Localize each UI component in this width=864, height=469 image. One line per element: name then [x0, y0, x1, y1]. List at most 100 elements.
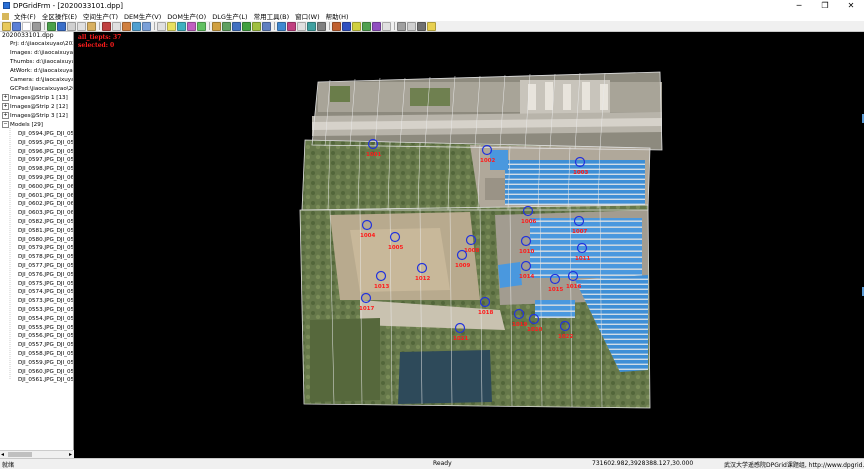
close-button[interactable]: ✕ [838, 0, 864, 11]
tree-model-item[interactable]: DJI_0582.JPG_DJI_05 [18, 218, 73, 226]
maximize-button[interactable]: ❐ [812, 0, 838, 11]
tree-model-item[interactable]: DJI_0555.JPG_DJI_05 [18, 324, 73, 332]
tree-model-item[interactable]: DJI_0554.JPG_DJI_05 [18, 315, 73, 323]
menu-window[interactable]: 窗口(W) [292, 11, 323, 21]
tree-model-item[interactable]: DJI_0600.JPG_DJI_06 [18, 183, 73, 191]
copy-icon[interactable] [77, 21, 86, 31]
minimize-button[interactable]: ─ [786, 0, 812, 11]
arrow-left-icon[interactable] [102, 21, 111, 31]
tree-model-item[interactable]: DJI_0581.JPG_DJI_05 [18, 227, 73, 235]
adjust-icon[interactable] [352, 21, 361, 31]
tree-prop-camera[interactable]: Camera: d:\jiaocaixuyao [10, 76, 73, 84]
tree-prop-gcp[interactable]: GCPsd:\jiaocaixuyao\20 [10, 85, 73, 93]
mosaic-canvas[interactable]: 1001100210031004100510061007100810091010… [74, 32, 864, 458]
scroll-left-icon[interactable]: ◂ [1, 451, 4, 458]
new-icon[interactable] [22, 21, 31, 31]
open-icon[interactable] [2, 21, 11, 31]
tree-model-item[interactable]: DJI_0561.JPG_DJI_05 [18, 376, 73, 384]
map-view[interactable]: 1001 1002 1003 1004 1005 1006 1007 1008 1009 1010… [74, 32, 864, 458]
collapse-icon[interactable]: − [2, 121, 9, 128]
check-icon[interactable] [242, 21, 251, 31]
export-icon[interactable] [382, 21, 391, 31]
tree-model-item[interactable]: DJI_0578.JPG_DJI_05 [18, 253, 73, 261]
tree-model-item[interactable]: DJI_0579.JPG_DJI_05 [18, 244, 73, 252]
tree-prop-atwork[interactable]: AtWork: d:\jiaocaixuyao [10, 67, 73, 75]
image-icon[interactable] [287, 21, 296, 31]
menu-tools[interactable]: 常用工具(B) [251, 11, 293, 21]
tree-prop-prj[interactable]: Prj: d:\jiaocaixuyao\202 [10, 40, 73, 48]
scroll-right-icon[interactable]: ▸ [69, 451, 72, 458]
tree-model-item[interactable]: DJI_0594.JPG_DJI_05 [18, 130, 73, 138]
menu-dom[interactable]: DOM生产(O) [164, 11, 209, 21]
point-icon[interactable] [197, 21, 206, 31]
tree-model-item[interactable]: DJI_0553.JPG_DJI_05 [18, 306, 73, 314]
zoom-icon[interactable] [142, 21, 151, 31]
tree-group-strip1[interactable]: + Images@Strip 1 [13] [2, 94, 68, 102]
contour-icon[interactable] [252, 21, 261, 31]
tree-model-item[interactable]: DJI_0558.JPG_DJI_05 [18, 350, 73, 358]
tree-model-item[interactable]: DJI_0576.JPG_DJI_05 [18, 271, 73, 279]
grid-icon[interactable] [47, 21, 56, 31]
cut-icon[interactable] [67, 21, 76, 31]
camera-icon[interactable] [317, 21, 326, 31]
tree-model-item[interactable]: DJI_0556.JPG_DJI_05 [18, 332, 73, 340]
menu-dlg[interactable]: DLG生产(L) [209, 11, 250, 21]
save-icon[interactable] [12, 21, 21, 31]
menu-dem[interactable]: DEM生产(V) [121, 11, 164, 21]
pan-icon[interactable] [132, 21, 141, 31]
tiepoint-icon[interactable] [342, 21, 351, 31]
report-icon[interactable] [372, 21, 381, 31]
edit-icon[interactable] [167, 21, 176, 31]
mosaic-icon[interactable] [212, 21, 221, 31]
tree-model-item[interactable]: DJI_0597.JPG_DJI_05 [18, 156, 73, 164]
match-icon[interactable] [362, 21, 371, 31]
list-icon[interactable] [407, 21, 416, 31]
tree-model-item[interactable]: DJI_0599.JPG_DJI_06 [18, 174, 73, 182]
tree-model-item[interactable]: DJI_0575.JPG_DJI_05 [18, 280, 73, 288]
tree-root[interactable]: 2020033101.dpp [2, 32, 54, 39]
tree-model-item[interactable]: DJI_0601.JPG_DJI_06 [18, 192, 73, 200]
tree-model-item[interactable]: DJI_0596.JPG_DJI_05 [18, 148, 73, 156]
tree-prop-thumbs[interactable]: Thumbs: d:\jiaocaixuyao\ [10, 58, 73, 66]
tree-model-item[interactable]: DJI_0559.JPG_DJI_05 [18, 359, 73, 367]
measure-icon[interactable] [187, 21, 196, 31]
paste-icon[interactable] [87, 21, 96, 31]
arrow-right-icon[interactable] [112, 21, 121, 31]
tree-model-item[interactable]: DJI_0557.JPG_DJI_05 [18, 341, 73, 349]
tree-model-item[interactable]: DJI_0574.JPG_DJI_05 [18, 288, 73, 296]
select-icon[interactable] [157, 21, 166, 31]
help-icon[interactable] [427, 21, 436, 31]
tree-model-item[interactable]: DJI_0598.JPG_DJI_05 [18, 165, 73, 173]
scroll-thumb[interactable] [8, 452, 32, 457]
tree-model-item[interactable]: DJI_0595.JPG_DJI_05 [18, 139, 73, 147]
expand-icon[interactable]: + [2, 112, 9, 119]
tree-model-item[interactable]: DJI_0560.JPG_DJI_05 [18, 368, 73, 376]
print-icon[interactable] [32, 21, 41, 31]
menu-help[interactable]: 帮助(H) [323, 11, 352, 21]
tree-model-item[interactable]: DJI_0573.JPG_DJI_05 [18, 297, 73, 305]
tree-model-item[interactable]: DJI_0603.JPG_DJI_06 [18, 209, 73, 217]
gcp-icon[interactable] [332, 21, 341, 31]
tree-prop-images[interactable]: Images: d:\jiaocaixuyao\ [10, 49, 73, 57]
expand-icon[interactable]: + [2, 103, 9, 110]
window-icon[interactable] [397, 21, 406, 31]
tile-icon[interactable] [57, 21, 66, 31]
dem-icon[interactable] [222, 21, 231, 31]
block-icon[interactable] [307, 21, 316, 31]
frame-icon[interactable] [177, 21, 186, 31]
tree-group-strip2[interactable]: + Images@Strip 2 [12] [2, 103, 68, 111]
settings-icon[interactable] [417, 21, 426, 31]
tree-model-item[interactable]: DJI_0577.JPG_DJI_05 [18, 262, 73, 270]
menu-spatial[interactable]: 空间生产(T) [80, 11, 121, 21]
expand-icon[interactable]: + [2, 94, 9, 101]
menu-file[interactable]: 文件(F) [11, 11, 39, 21]
globe-icon[interactable] [277, 21, 286, 31]
tree-model-item[interactable]: DJI_0602.JPG_DJI_06 [18, 200, 73, 208]
strip-icon[interactable] [297, 21, 306, 31]
layers-icon[interactable] [122, 21, 131, 31]
dom-icon[interactable] [232, 21, 241, 31]
tree-model-item[interactable]: DJI_0580.JPG_DJI_05 [18, 236, 73, 244]
model-icon[interactable] [262, 21, 271, 31]
menu-area-ops[interactable]: 全区操作(E) [39, 11, 80, 21]
tree-group-strip3[interactable]: + Images@Strip 3 [12] [2, 112, 68, 120]
